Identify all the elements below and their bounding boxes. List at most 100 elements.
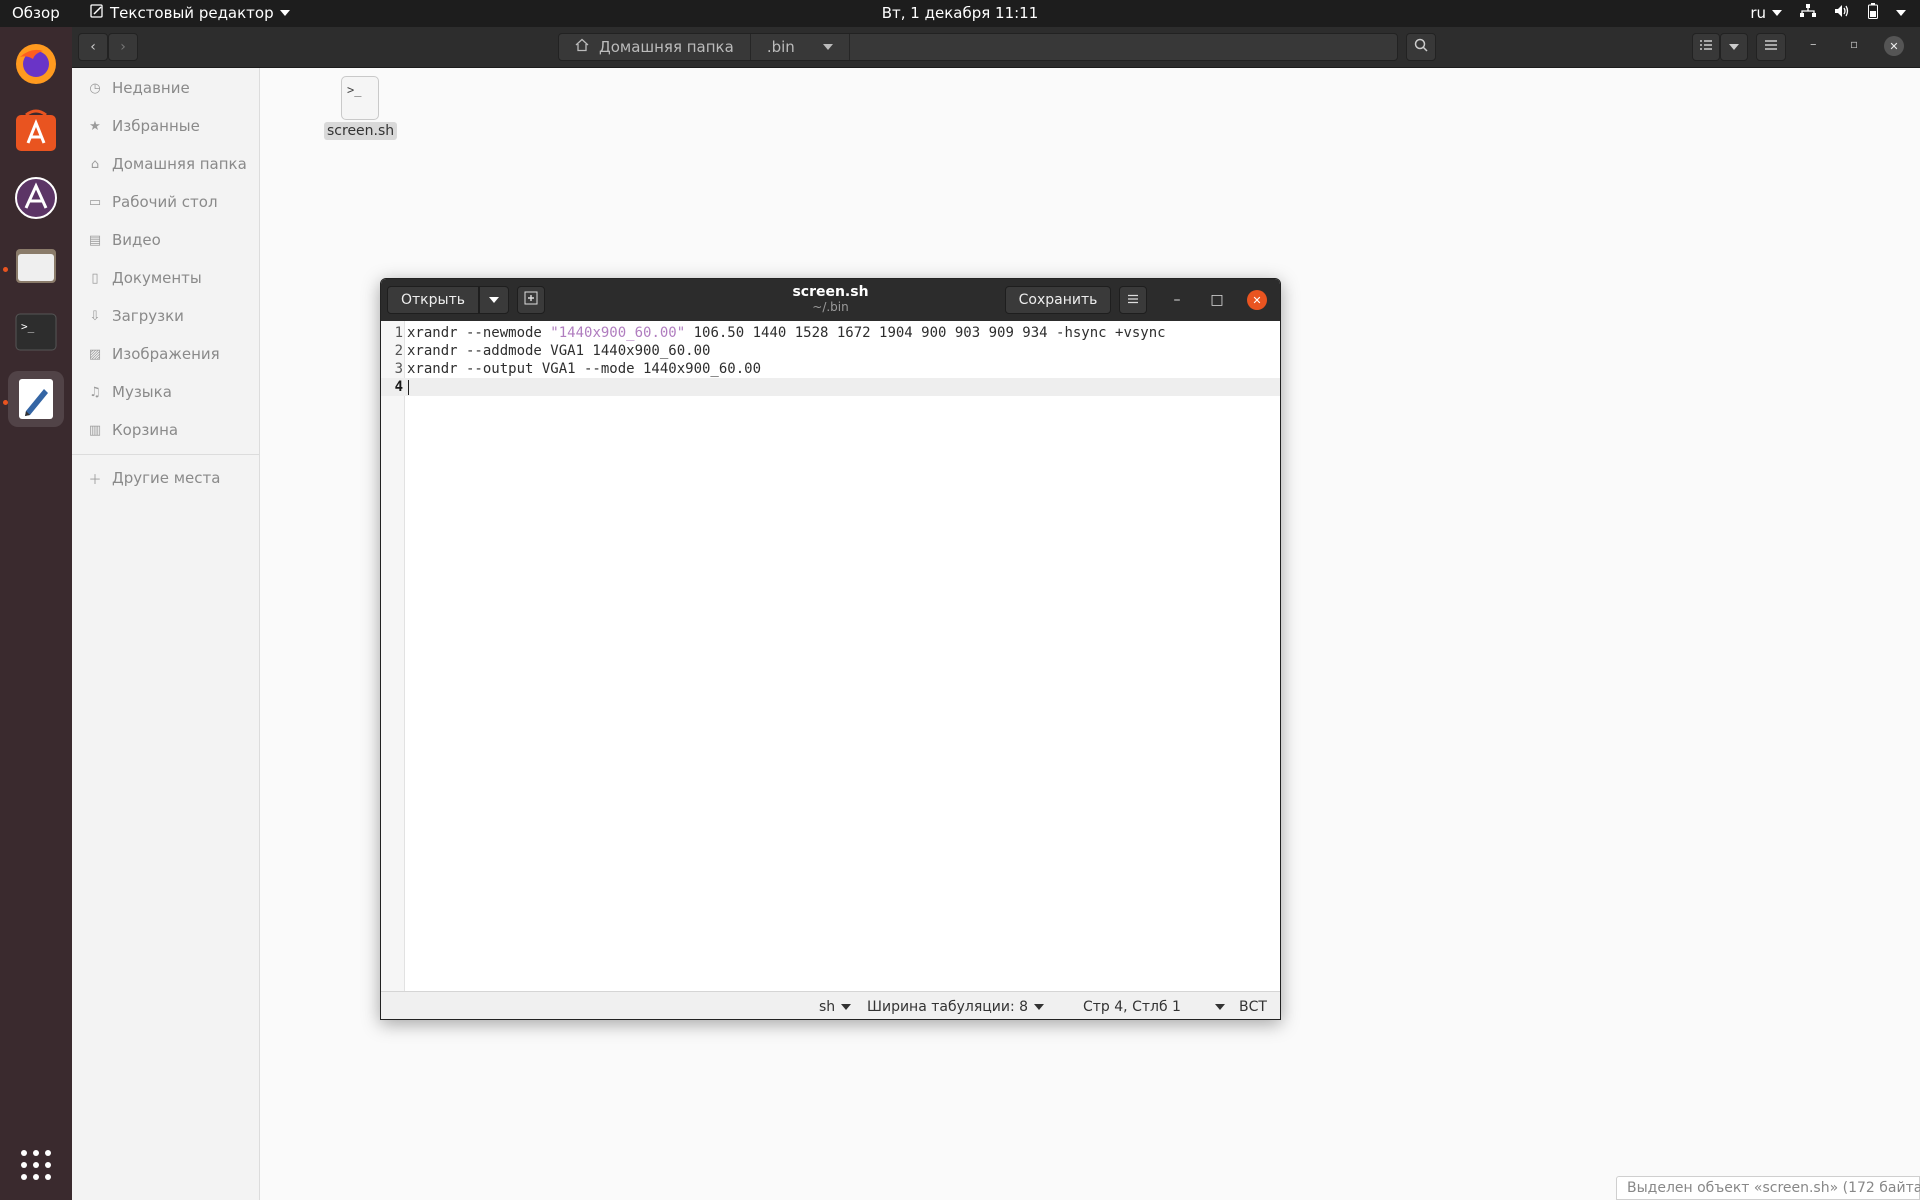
sidebar-item[interactable]: ★ Избранные xyxy=(72,108,260,144)
image-icon: ▨ xyxy=(88,346,102,362)
path-current[interactable]: .bin xyxy=(751,34,850,60)
search-icon xyxy=(1414,38,1428,56)
dock: >_ xyxy=(0,27,72,1200)
path-home-label: Домашняя папка xyxy=(599,38,734,56)
svg-text:>_: >_ xyxy=(21,320,35,333)
sidebar-item[interactable]: ▯ Документы xyxy=(72,260,260,296)
cursor-position[interactable]: Стр 4, Стлб 1 xyxy=(1083,999,1225,1015)
close-icon[interactable]: ✕ xyxy=(1247,290,1267,310)
tab-width-selector[interactable]: Ширина табуляции: 8 xyxy=(867,999,1045,1015)
insert-mode[interactable]: ВСТ xyxy=(1239,999,1267,1015)
terminal-icon[interactable]: >_ xyxy=(8,304,64,360)
code-line[interactable]: 4 xyxy=(381,378,1280,396)
tab-width-label: Ширина табуляции: 8 xyxy=(867,999,1029,1015)
minimize-icon[interactable]: – xyxy=(1810,37,1817,52)
hamburger-icon xyxy=(1764,39,1778,55)
maximize-icon[interactable]: □ xyxy=(1207,290,1227,310)
sidebar-item[interactable]: ▭ Рабочий стол xyxy=(72,184,260,220)
sidebar-item[interactable]: ▨ Изображения xyxy=(72,336,260,372)
forward-button[interactable]: › xyxy=(108,33,138,61)
sidebar-item-label: Другие места xyxy=(112,469,221,487)
volume-icon[interactable] xyxy=(1834,4,1850,22)
sidebar-item-label: Домашняя папка xyxy=(112,155,247,173)
updater-icon[interactable] xyxy=(8,170,64,226)
language-label: ru xyxy=(1750,4,1766,22)
download-icon: ⇩ xyxy=(89,308,101,324)
line-number: 2 xyxy=(394,343,403,359)
chevron-down-icon[interactable] xyxy=(1896,10,1906,16)
code-line[interactable]: 1 xrandr --newmode "1440x900_60.00" 106.5… xyxy=(381,324,1280,342)
home-icon: ⌂ xyxy=(90,156,100,172)
text-editor-icon[interactable] xyxy=(8,371,64,427)
sidebar-item-label: Музыка xyxy=(112,383,172,401)
search-button[interactable] xyxy=(1406,33,1436,61)
chevron-left-icon: ‹ xyxy=(90,39,96,55)
software-center-icon[interactable] xyxy=(8,103,64,159)
code-line[interactable]: 3 xrandr --output VGA1 --mode 1440x900_60… xyxy=(381,360,1280,378)
chevron-down-icon xyxy=(1772,10,1782,16)
sidebar-item-other-places[interactable]: ＋ Другие места xyxy=(72,460,260,496)
code-text: xrandr --output VGA1 --mode 1440x900_60.… xyxy=(407,361,762,377)
insert-mode-label: ВСТ xyxy=(1239,999,1267,1015)
file-screen-sh[interactable]: >_ screen.sh xyxy=(324,76,398,140)
sidebar-item[interactable]: ♫ Музыка xyxy=(72,374,260,410)
editor-menu-button[interactable] xyxy=(1119,286,1147,314)
sidebar-item[interactable]: ◷ Недавние xyxy=(72,70,260,106)
line-number-gutter xyxy=(381,321,405,991)
text-editor-window: Открыть screen.sh ~/.bin Сохранить – □ ✕… xyxy=(380,278,1281,1020)
system-tray[interactable]: ru xyxy=(1750,3,1906,23)
sidebar-item-label: Документы xyxy=(112,269,202,287)
path-current-label: .bin xyxy=(766,38,795,56)
files-icon[interactable] xyxy=(8,237,64,293)
chevron-down-icon xyxy=(1729,44,1739,50)
path-home[interactable]: Домашняя папка xyxy=(559,34,751,60)
sidebar-item-label: Избранные xyxy=(112,117,200,135)
language-indicator[interactable]: ru xyxy=(1750,4,1782,22)
restore-icon[interactable]: ▫ xyxy=(1850,37,1858,51)
language-label: sh xyxy=(819,999,836,1015)
sidebar-item[interactable]: ▤ Видео xyxy=(72,222,260,258)
sidebar-item[interactable]: ⇩ Загрузки xyxy=(72,298,260,334)
line-number: 3 xyxy=(394,361,403,377)
cursor-position-label: Стр 4, Стлб 1 xyxy=(1083,999,1181,1015)
line-text: xrandr --addmode VGA1 1440x900_60.00 xyxy=(407,342,710,360)
network-icon[interactable] xyxy=(1800,4,1816,22)
desktop-icon: ▭ xyxy=(88,194,102,210)
close-icon[interactable]: ✕ xyxy=(1884,36,1904,56)
code-text: xrandr --newmode xyxy=(407,325,551,341)
line-number: 1 xyxy=(394,325,403,341)
app-grid-icon[interactable] xyxy=(8,1137,64,1193)
star-icon: ★ xyxy=(89,118,101,134)
video-icon: ▤ xyxy=(88,232,102,248)
back-button[interactable]: ‹ xyxy=(78,33,108,61)
save-button[interactable]: Сохранить xyxy=(1005,286,1111,314)
firefox-icon[interactable] xyxy=(8,36,64,92)
status-notice: Выделен объект «screen.sh» (172 байта) xyxy=(1616,1176,1920,1200)
sidebar-item-label: Видео xyxy=(112,231,161,249)
line-number: 4 xyxy=(394,379,403,395)
save-button-label: Сохранить xyxy=(1018,292,1098,308)
clock[interactable]: Вт, 1 декабря 11:11 xyxy=(0,4,1920,22)
hamburger-icon xyxy=(1127,292,1139,308)
document-icon: ▯ xyxy=(91,270,99,286)
home-icon xyxy=(575,38,589,56)
view-options-button[interactable] xyxy=(1720,33,1748,61)
view-list-button[interactable] xyxy=(1692,33,1720,61)
battery-icon[interactable] xyxy=(1868,3,1878,23)
top-bar: Обзор Текстовый редактор Вт, 1 декабря 1… xyxy=(0,0,1920,27)
minimize-icon[interactable]: – xyxy=(1167,290,1187,310)
sidebar-item-label: Корзина xyxy=(112,421,179,439)
sidebar-item[interactable]: ⌂ Домашняя папка xyxy=(72,146,260,182)
code-line[interactable]: 2 xrandr --addmode VGA1 1440x900_60.00 xyxy=(381,342,1280,360)
list-view-icon xyxy=(1699,39,1713,55)
line-text: xrandr --output VGA1 --mode 1440x900_60.… xyxy=(407,360,761,378)
sidebar-item-label: Недавние xyxy=(112,79,190,97)
language-selector[interactable]: sh xyxy=(819,999,852,1015)
code-text: 106.50 1440 1528 1672 1904 900 903 909 9… xyxy=(685,325,1166,341)
code-text: xrandr --addmode VGA1 1440x900_60.00 xyxy=(407,343,711,359)
text-view[interactable]: 1 xrandr --newmode "1440x900_60.00" 106.5… xyxy=(381,321,1280,991)
plus-icon: ＋ xyxy=(88,472,102,488)
menu-button[interactable] xyxy=(1756,33,1786,61)
sidebar-item[interactable]: ▥ Корзина xyxy=(72,412,260,448)
line-text: xrandr --newmode "1440x900_60.00" 106.50… xyxy=(407,324,1166,342)
